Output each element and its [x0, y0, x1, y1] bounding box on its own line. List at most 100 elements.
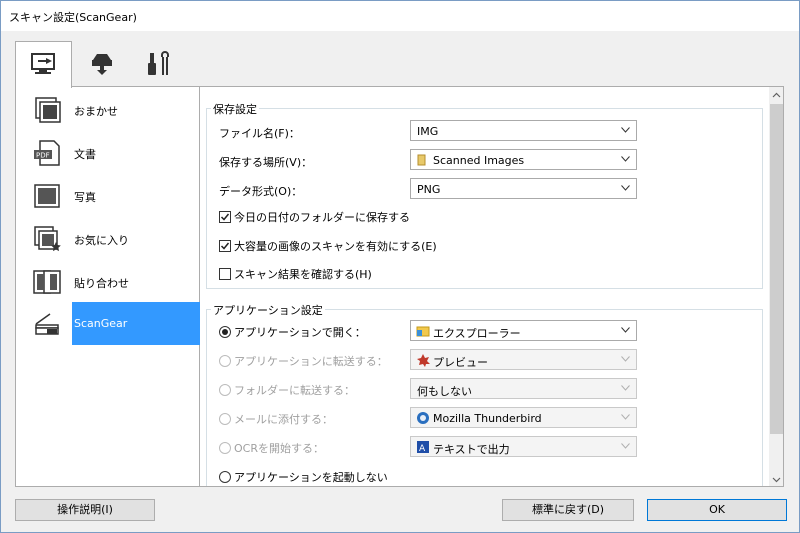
filename-combo[interactable]: IMG — [410, 120, 637, 141]
no-app-radio[interactable]: アプリケーションを起動しない — [219, 469, 388, 485]
scan-from-computer-tab[interactable] — [15, 41, 72, 88]
open-app-radio[interactable]: アプリケーションで開く： — [219, 324, 366, 340]
date-folder-label: 今日の日付のフォルダーに保存する — [234, 211, 410, 224]
vertical-scrollbar[interactable] — [769, 87, 783, 486]
radio-circle — [219, 326, 231, 338]
send-app-radio[interactable]: アプリケーションに転送する： — [219, 353, 388, 369]
window-title: スキャン設定(ScanGear) — [9, 11, 137, 24]
no-app-label: アプリケーションを起動しない — [234, 471, 388, 484]
radio-circle — [219, 355, 231, 367]
attach-mail-radio[interactable]: メールに添付する： — [219, 411, 333, 427]
svg-text:A: A — [419, 444, 426, 454]
start-ocr-value: テキストで出力 — [433, 443, 510, 456]
svg-text:PDF: PDF — [36, 152, 50, 160]
auto-scan-icon — [35, 97, 61, 123]
sidebar-item-label: 写真 — [74, 191, 96, 204]
filename-value: IMG — [417, 125, 439, 138]
pdf-document-icon: PDF — [34, 140, 60, 166]
sidebar-item-label: 貼り合わせ — [74, 277, 129, 290]
chevron-down-icon — [621, 414, 630, 420]
sidebar-item-label: 文書 — [74, 148, 96, 161]
format-value: PNG — [417, 183, 441, 196]
date-folder-checkbox[interactable]: 今日の日付のフォルダーに保存する — [219, 209, 410, 225]
scroll-thumb[interactable] — [770, 104, 783, 434]
radio-circle — [219, 442, 231, 454]
scanner-settings-tab[interactable] — [73, 41, 130, 87]
scan-type-list: おまかせ PDF 文書 写真 お気に入り 貼り合わせ ScanGear — [15, 86, 209, 487]
format-combo[interactable]: PNG — [410, 178, 637, 199]
app-settings-title: アプリケーション設定 — [211, 302, 325, 318]
restore-defaults-button[interactable]: 標準に戻す(D) — [502, 499, 634, 521]
chevron-down-icon — [621, 327, 630, 333]
chevron-down-icon — [621, 127, 630, 133]
chevron-up-icon — [772, 92, 781, 98]
title-bar: スキャン設定(ScanGear) — [1, 1, 799, 31]
thunderbird-icon — [417, 412, 429, 424]
scroll-up-button[interactable] — [769, 87, 783, 104]
sidebar-item-document[interactable]: PDF 文書 — [16, 131, 199, 174]
send-folder-combo[interactable]: 何もしない — [410, 378, 637, 399]
check-result-label: スキャン結果を確認する(H) — [234, 268, 372, 281]
chevron-down-icon — [621, 385, 630, 391]
instructions-button[interactable]: 操作説明(I) — [15, 499, 155, 521]
preview-icon — [417, 354, 430, 367]
check-result-checkbox[interactable]: スキャン結果を確認する(H) — [219, 266, 372, 282]
chevron-down-icon — [621, 356, 630, 362]
sidebar-item-label: ScanGear — [74, 317, 128, 330]
radio-circle — [219, 384, 231, 396]
send-app-value: プレビュー — [433, 356, 488, 369]
general-settings-tab[interactable] — [131, 41, 188, 87]
open-app-label: アプリケーションで開く： — [234, 326, 366, 339]
scanner-button-icon — [91, 54, 112, 75]
save-settings-group: 保存設定 ファイル名(F)： IMG 保存する場所(V)： Scanned Im… — [206, 101, 763, 289]
settings-panel: 保存設定 ファイル名(F)： IMG 保存する場所(V)： Scanned Im… — [200, 86, 784, 487]
chevron-down-icon — [621, 156, 630, 162]
sidebar-item-scangear[interactable]: ScanGear — [16, 302, 199, 345]
send-app-label: アプリケーションに転送する： — [234, 355, 388, 368]
folder-icon — [417, 154, 426, 166]
checkbox-box — [219, 240, 231, 252]
send-folder-radio[interactable]: フォルダーに転送する： — [219, 382, 355, 398]
sidebar-item-label: お気に入り — [74, 234, 129, 247]
radio-circle — [219, 413, 231, 425]
explorer-icon — [416, 326, 430, 337]
stitch-icon — [33, 270, 61, 294]
sidebar-item-label: おまかせ — [74, 105, 118, 118]
sidebar-item-photo[interactable]: 写真 — [16, 174, 199, 217]
checkmark-icon — [220, 242, 230, 250]
chevron-down-icon — [621, 185, 630, 191]
send-folder-value: 何もしない — [417, 385, 472, 398]
text-output-icon: A — [417, 441, 429, 454]
open-app-combo[interactable]: エクスプローラー — [410, 320, 637, 341]
location-combo[interactable]: Scanned Images — [410, 149, 637, 170]
favorite-icon — [34, 226, 61, 252]
tools-icon — [147, 51, 169, 75]
scangear-window: スキャン設定(ScanGear) おまかせ PDF 文書 写真 お気に入り 貼り… — [0, 0, 800, 533]
sidebar-item-stitch[interactable]: 貼り合わせ — [16, 260, 199, 303]
sidebar-item-favorites[interactable]: お気に入り — [16, 217, 199, 260]
send-folder-label: フォルダーに転送する： — [234, 384, 355, 397]
computer-scan-icon — [30, 53, 55, 74]
radio-circle — [219, 471, 231, 483]
checkbox-box — [219, 211, 231, 223]
start-ocr-label: OCRを開始する： — [234, 442, 324, 455]
checkmark-icon — [220, 213, 230, 221]
scangear-icon — [35, 313, 59, 335]
attach-mail-combo[interactable]: Mozilla Thunderbird — [410, 407, 637, 428]
send-app-combo[interactable]: プレビュー — [410, 349, 637, 370]
open-app-value: エクスプローラー — [433, 327, 521, 340]
ok-button[interactable]: OK — [647, 499, 787, 521]
chevron-down-icon — [772, 477, 781, 483]
large-image-checkbox[interactable]: 大容量の画像のスキャンを有効にする(E) — [219, 238, 437, 254]
filename-label: ファイル名(F)： — [219, 127, 300, 140]
save-settings-title: 保存設定 — [211, 101, 259, 117]
large-image-label: 大容量の画像のスキャンを有効にする(E) — [234, 240, 437, 253]
start-ocr-radio[interactable]: OCRを開始する： — [219, 440, 324, 456]
start-ocr-combo[interactable]: A テキストで出力 — [410, 436, 637, 457]
sidebar-item-auto[interactable]: おまかせ — [16, 88, 199, 131]
attach-mail-value: Mozilla Thunderbird — [433, 412, 542, 425]
photo-icon — [34, 184, 60, 208]
format-label: データ形式(O)： — [219, 185, 303, 198]
attach-mail-label: メールに添付する： — [234, 413, 333, 426]
scroll-down-button[interactable] — [769, 471, 783, 486]
